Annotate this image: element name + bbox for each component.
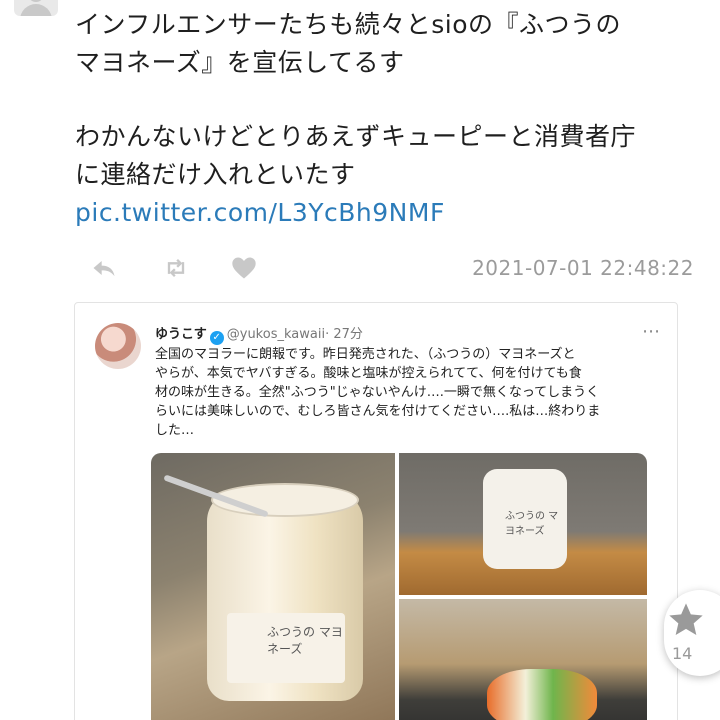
tweet-text: インフルエンサーたちも続々とsioの『ふつうの マヨネーズ』を宣伝してるす わか… [75,6,715,232]
photo-top-right[interactable]: ふつうの マヨネーズ [399,453,647,595]
user-avatar[interactable] [14,0,58,16]
favorite-count: 14 [672,644,693,663]
tweet-line: に連絡だけ入れといたす [75,160,356,189]
jar-label-text: ふつうの マヨネーズ [267,625,343,656]
tweet-line: マヨネーズ』を宣伝してるす [75,48,405,77]
heart-icon[interactable] [228,254,260,282]
embed-header: ゆうこす ✓ @yukos_kawaii· 27分 [155,323,363,345]
tweet-line: インフルエンサーたちも続々とsioの『ふつうの [75,10,622,39]
avatar-head-shape [28,0,44,2]
embed-line: 材の味が生きる。全然"ふつう"じゃないやんけ….一瞬で無くなってしまうく [155,385,600,400]
favorite-button[interactable]: 14 [664,590,720,676]
tweet-line: わかんないけどとりあえずキューピーと消費者庁 [75,122,637,151]
avatar-body-shape [20,4,52,16]
embed-handle[interactable]: @yukos_kawaii [227,327,325,342]
photo-grid: ふつうの マヨネーズ ふつうの マヨネーズ [151,453,647,720]
embed-line: した… [155,423,195,438]
embed-avatar[interactable] [95,323,141,369]
jar-label: ふつうの マヨネーズ [227,613,345,683]
embed-time: · 27分 [325,327,363,342]
more-options-icon[interactable]: ⋯ [642,321,661,342]
jar-shape: ふつうの マヨネーズ [483,469,567,569]
embed-line: 全国のマヨラーに朗報です。昨日発売された、（ふつうの）マヨネーズと [155,347,576,362]
star-icon [669,603,703,635]
reply-icon[interactable] [88,254,120,282]
jar-label-text: ふつうの マヨネーズ [505,511,559,537]
photo-main[interactable]: ふつうの マヨネーズ [151,453,395,720]
embed-line: らいには美味しいので、むしろ皆さん気を付けてください….私は…終わりま [155,404,601,419]
embed-author-name[interactable]: ゆうこす [155,327,207,342]
embed-body: 全国のマヨラーに朗報です。昨日発売された、（ふつうの）マヨネーズと やらが、本気… [155,345,655,440]
embed-line: やらが、本気でヤバすぎる。酸味と塩味が控えられてて、何を付けても食 [155,366,582,381]
vegetable-plate-shape [487,669,597,720]
photo-bottom-right[interactable] [399,599,647,720]
retweet-icon[interactable] [160,254,192,282]
tweet-timestamp: 2021-07-01 22:48:22 [472,256,694,280]
embedded-tweet[interactable]: ゆうこす ✓ @yukos_kawaii· 27分 ⋯ 全国のマヨラーに朗報です。昨… [74,302,678,720]
verified-badge-icon: ✓ [209,331,224,345]
tweet-link[interactable]: pic.twitter.com/L3YcBh9NMF [75,198,445,227]
